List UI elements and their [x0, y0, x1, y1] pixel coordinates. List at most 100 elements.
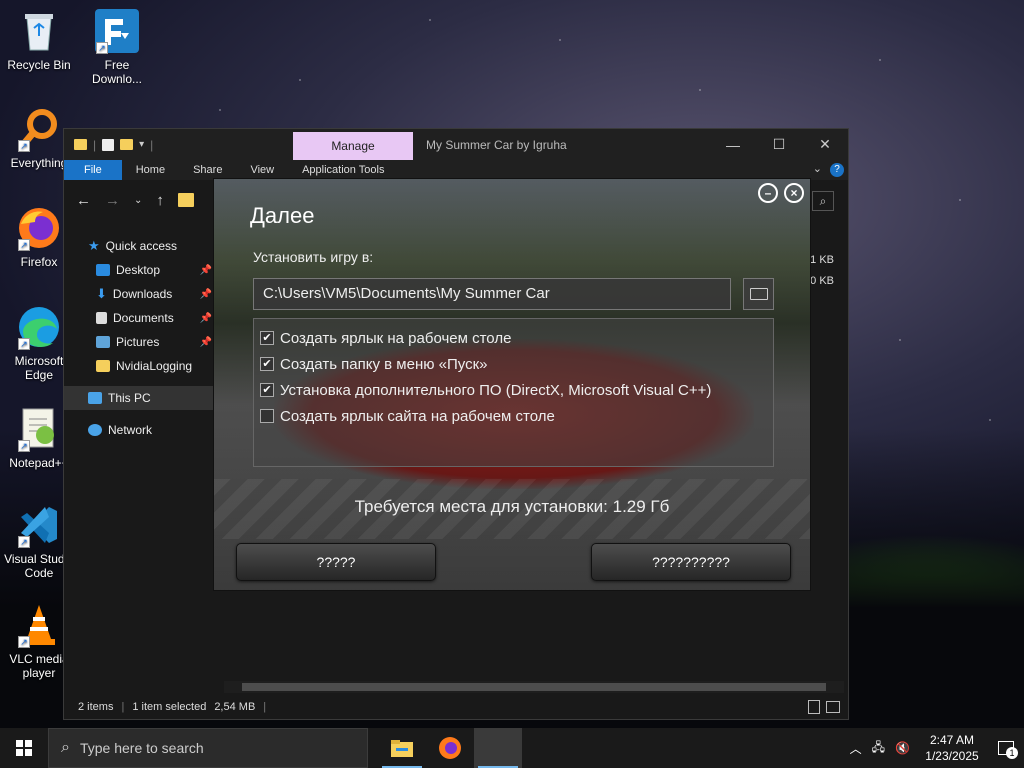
desktop-icon-label: Firefox	[20, 255, 58, 269]
forward-arrow-icon[interactable]: →	[105, 192, 120, 209]
option-additional-software[interactable]: ✔ Установка дополнительного ПО (DirectX,…	[254, 377, 773, 403]
file-size: 1 KB	[810, 254, 834, 266]
firefox-icon	[439, 737, 461, 759]
shortcut-arrow-icon: ↗	[18, 536, 30, 548]
back-arrow-icon[interactable]: ←	[76, 192, 91, 209]
download-arrow-icon: ⬇	[96, 286, 107, 301]
chevron-up-icon[interactable]: ︿	[850, 740, 862, 757]
large-icons-view-icon[interactable]	[826, 701, 840, 713]
taskbar: ⌕ Type here to search ︿ 🖧 🔇 2:47 AM 1/23…	[0, 728, 1024, 768]
separator-icon: |	[121, 701, 125, 713]
manage-tab[interactable]: Manage	[293, 132, 413, 160]
navigation-pane: ★ Quick access Desktop 📌 ⬇ Downloads 📌 D…	[64, 220, 214, 689]
quick-access-toolbar: | ▾ |	[64, 138, 153, 152]
window-controls: — ☐ ✕	[710, 129, 848, 160]
system-tray: ︿ 🖧 🔇 2:47 AM 1/23/2025 1	[850, 728, 1024, 768]
checkbox[interactable]: ✔	[260, 331, 274, 345]
window-title: My Summer Car by Igruha	[426, 138, 567, 152]
back-button[interactable]: ?????	[236, 543, 436, 581]
browse-folder-button[interactable]	[743, 278, 774, 310]
up-arrow-icon[interactable]: ↑	[156, 192, 164, 209]
title-bar: | ▾ | Manage My Summer Car by Igruha — ☐…	[64, 129, 848, 160]
start-button[interactable]	[0, 728, 48, 768]
help-icon[interactable]: ?	[830, 163, 844, 177]
windows-logo-icon	[16, 740, 32, 756]
customize-toolbar-icon[interactable]: ▾	[139, 139, 144, 150]
installer-dialog: Далее – × Установить игру в: C:\Users\VM…	[213, 178, 811, 591]
desktop-icon-recycle-bin[interactable]: Recycle Bin	[1, 8, 77, 72]
ribbon-tabs: File Home Share View Application Tools ⌄…	[64, 160, 848, 180]
close-icon[interactable]: ×	[784, 183, 804, 203]
checkbox[interactable]: ✔	[260, 357, 274, 371]
install-path-input[interactable]: C:\Users\VM5\Documents\My Summer Car	[253, 278, 731, 310]
close-icon[interactable]: ✕	[802, 129, 848, 160]
vlc-cone-icon: ↗	[16, 602, 62, 648]
install-options-panel: ✔ Создать ярлык на рабочем столе ✔ Созда…	[253, 318, 774, 467]
details-view-icon[interactable]	[808, 700, 820, 714]
sidebar-item-desktop[interactable]: Desktop 📌	[64, 258, 214, 282]
minimize-icon[interactable]: —	[710, 129, 756, 160]
sidebar-item-quick-access[interactable]: ★ Quick access	[64, 234, 214, 258]
shortcut-arrow-icon: ↗	[18, 140, 30, 152]
search-icon[interactable]: ⌕	[812, 191, 834, 211]
sidebar-item-label: This PC	[108, 391, 151, 405]
taskbar-search-box[interactable]: ⌕ Type here to search	[48, 728, 368, 768]
option-desktop-shortcut[interactable]: ✔ Создать ярлык на рабочем столе	[254, 325, 773, 351]
scrollbar-thumb[interactable]	[242, 683, 826, 691]
option-start-menu-folder[interactable]: ✔ Создать папку в меню «Пуск»	[254, 351, 773, 377]
shortcut-arrow-icon: ↗	[18, 338, 30, 350]
notifications-icon[interactable]: 1	[994, 737, 1018, 759]
network-icon[interactable]: 🖧	[872, 738, 885, 759]
option-label: Создать ярлык сайта на рабочем столе	[280, 407, 555, 425]
tab-share[interactable]: Share	[179, 160, 236, 180]
taskbar-firefox[interactable]	[426, 728, 474, 768]
maximize-icon[interactable]: ☐	[756, 129, 802, 160]
sidebar-item-label: Downloads	[112, 287, 173, 301]
volume-muted-icon[interactable]: 🔇	[895, 741, 910, 755]
pin-icon: 📌	[199, 336, 212, 348]
tab-view[interactable]: View	[236, 160, 288, 180]
checkbox[interactable]	[260, 409, 274, 423]
tab-home[interactable]: Home	[122, 160, 179, 180]
horizontal-scrollbar[interactable]	[224, 681, 844, 693]
sidebar-item-downloads[interactable]: ⬇ Downloads 📌	[64, 282, 214, 306]
firefox-icon: ↗	[16, 205, 62, 251]
new-folder-icon[interactable]	[120, 139, 134, 150]
sidebar-item-this-pc[interactable]: This PC	[64, 386, 214, 410]
properties-icon[interactable]	[102, 138, 115, 151]
option-label: Создать ярлык на рабочем столе	[280, 329, 512, 347]
chevron-down-icon[interactable]: ⌄	[813, 162, 822, 175]
option-site-shortcut[interactable]: Создать ярлык сайта на рабочем столе	[254, 403, 773, 429]
tab-file[interactable]: File	[64, 160, 122, 180]
minimize-icon[interactable]: –	[758, 183, 778, 203]
sidebar-item-documents[interactable]: Documents 📌	[64, 306, 214, 330]
installer-title: Далее	[250, 203, 315, 228]
shortcut-arrow-icon: ↗	[18, 636, 30, 648]
separator-icon: |	[93, 137, 97, 152]
install-path-label: Установить игру в:	[253, 249, 374, 265]
desktop-icon	[96, 264, 110, 276]
taskbar-installer-app[interactable]	[474, 728, 522, 768]
taskbar-file-explorer[interactable]	[378, 728, 426, 768]
pin-icon: 📌	[199, 264, 212, 276]
recent-locations-icon[interactable]: ⌄	[134, 195, 142, 206]
sidebar-item-label: Documents	[113, 311, 174, 325]
desktop-icon-label: Everything	[10, 156, 68, 170]
shortcut-arrow-icon: ↗	[18, 239, 30, 251]
desktop-icon-free-download-manager[interactable]: ↗ Free Downlo...	[79, 8, 155, 86]
tab-application-tools[interactable]: Application Tools	[288, 160, 398, 180]
recycle-bin-icon	[16, 8, 62, 54]
clock[interactable]: 2:47 AM 1/23/2025	[920, 732, 984, 764]
status-bar: 2 items | 1 item selected 2,54 MB |	[64, 695, 848, 719]
option-label: Установка дополнительного ПО (DirectX, M…	[280, 381, 712, 399]
shortcut-arrow-icon: ↗	[18, 440, 30, 452]
sidebar-item-network[interactable]: Network	[64, 418, 214, 442]
next-button[interactable]: ??????????	[591, 543, 791, 581]
desktop-icon-label: Microsoft Edge	[14, 354, 64, 382]
address-folder-icon[interactable]	[177, 193, 194, 207]
checkbox[interactable]: ✔	[260, 383, 274, 397]
shortcut-arrow-icon: ↗	[96, 42, 108, 54]
sidebar-item-nvidialogging[interactable]: NvidiaLogging	[64, 354, 214, 378]
sidebar-item-pictures[interactable]: Pictures 📌	[64, 330, 214, 354]
required-space-text: Требуется места для установки: 1.29 Гб	[354, 497, 670, 516]
